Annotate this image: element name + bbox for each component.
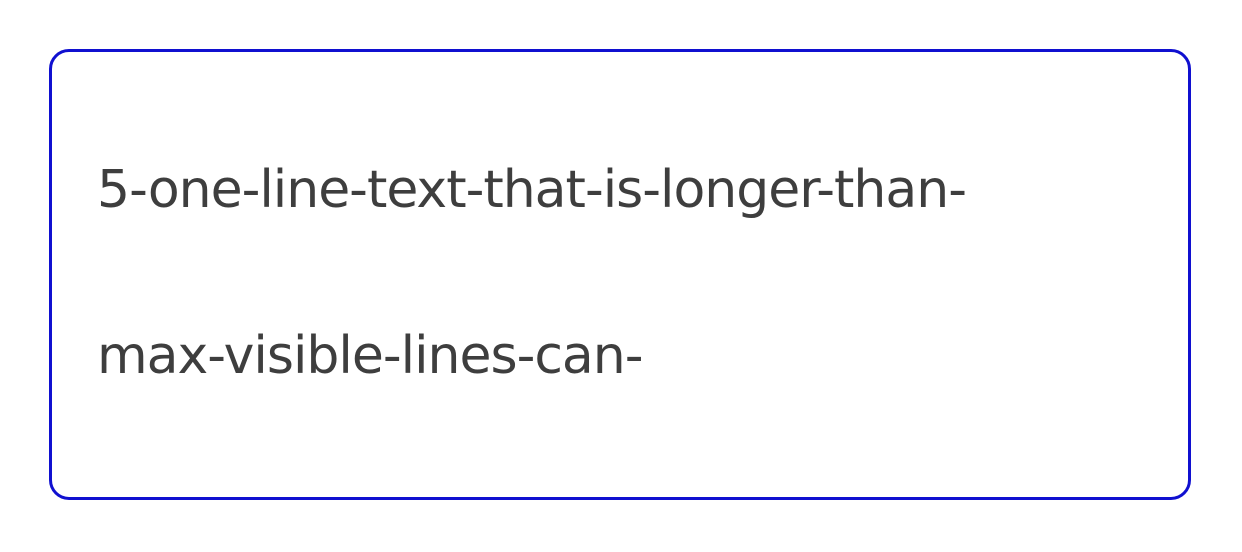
text-line-2: max-visible-lines-can- xyxy=(97,326,644,386)
text-container: 5-one-line-text-that-is-longer-than- max… xyxy=(49,49,1191,500)
text-line-1: 5-one-line-text-that-is-longer-than- xyxy=(97,160,967,220)
